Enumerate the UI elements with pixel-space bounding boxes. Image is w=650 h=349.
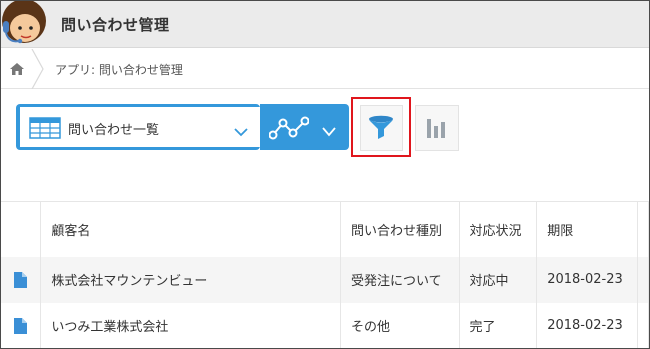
column-header-due[interactable]: 期限 (536, 201, 638, 257)
table-header-row: 顧客名 問い合わせ種別 対応状況 期限 (1, 201, 649, 257)
table-header-icon-column (1, 201, 42, 257)
cell-status: 対応中 (459, 256, 538, 303)
breadcrumb-app-link[interactable]: アプリ: 問い合わせ管理 (55, 61, 183, 78)
column-header-type[interactable]: 問い合わせ種別 (340, 201, 460, 257)
app-header: 問い合わせ管理 (1, 1, 649, 48)
view-selector-label: 問い合わせ一覧 (68, 123, 160, 138)
cell-due: 2018-02-23 (536, 302, 638, 348)
cell-status: 完了 (459, 302, 538, 348)
document-icon[interactable] (14, 271, 28, 288)
cell-type: 受発注について (340, 256, 460, 303)
graph-nodes-icon (268, 115, 310, 141)
home-icon[interactable] (9, 61, 25, 77)
cell-customer: 株式会社マウンテンビュー (40, 256, 341, 303)
cell-type: その他 (340, 302, 460, 348)
page-title: 問い合わせ管理 (61, 16, 170, 34)
cell-spacer (637, 256, 649, 303)
bar-chart-icon (425, 116, 447, 140)
column-header-status[interactable]: 対応状況 (459, 201, 538, 257)
breadcrumb-separator-icon (31, 48, 45, 90)
table-list-icon (29, 117, 61, 139)
filter-highlight-box (351, 97, 411, 157)
graph-chevron-down-icon[interactable] (321, 122, 337, 137)
cell-due: 2018-02-23 (536, 256, 638, 303)
cell-customer: いつみ工業株式会社 (40, 302, 341, 348)
app-frame: 問い合わせ管理 アプリ: 問い合わせ管理 問い合わせ一覧 顧客名 問い合わせ種別… (0, 0, 650, 349)
record-detail-link[interactable] (1, 256, 42, 303)
record-table: 顧客名 問い合わせ種別 対応状況 期限 株式会社マウンテンビュー 受発注について… (1, 201, 649, 348)
table-row[interactable]: 株式会社マウンテンビュー 受発注について 対応中 2018-02-23 (1, 256, 649, 303)
table-header-spacer (637, 201, 649, 257)
column-header-customer[interactable]: 顧客名 (40, 201, 341, 257)
record-detail-link[interactable] (1, 302, 42, 348)
chevron-down-icon[interactable] (234, 122, 248, 137)
table-row[interactable]: いつみ工業株式会社 その他 完了 2018-02-23 (1, 302, 649, 348)
breadcrumb: アプリ: 問い合わせ管理 (1, 48, 649, 90)
support-agent-avatar-icon (1, 1, 47, 47)
cell-spacer (637, 302, 649, 348)
document-icon[interactable] (14, 317, 28, 334)
